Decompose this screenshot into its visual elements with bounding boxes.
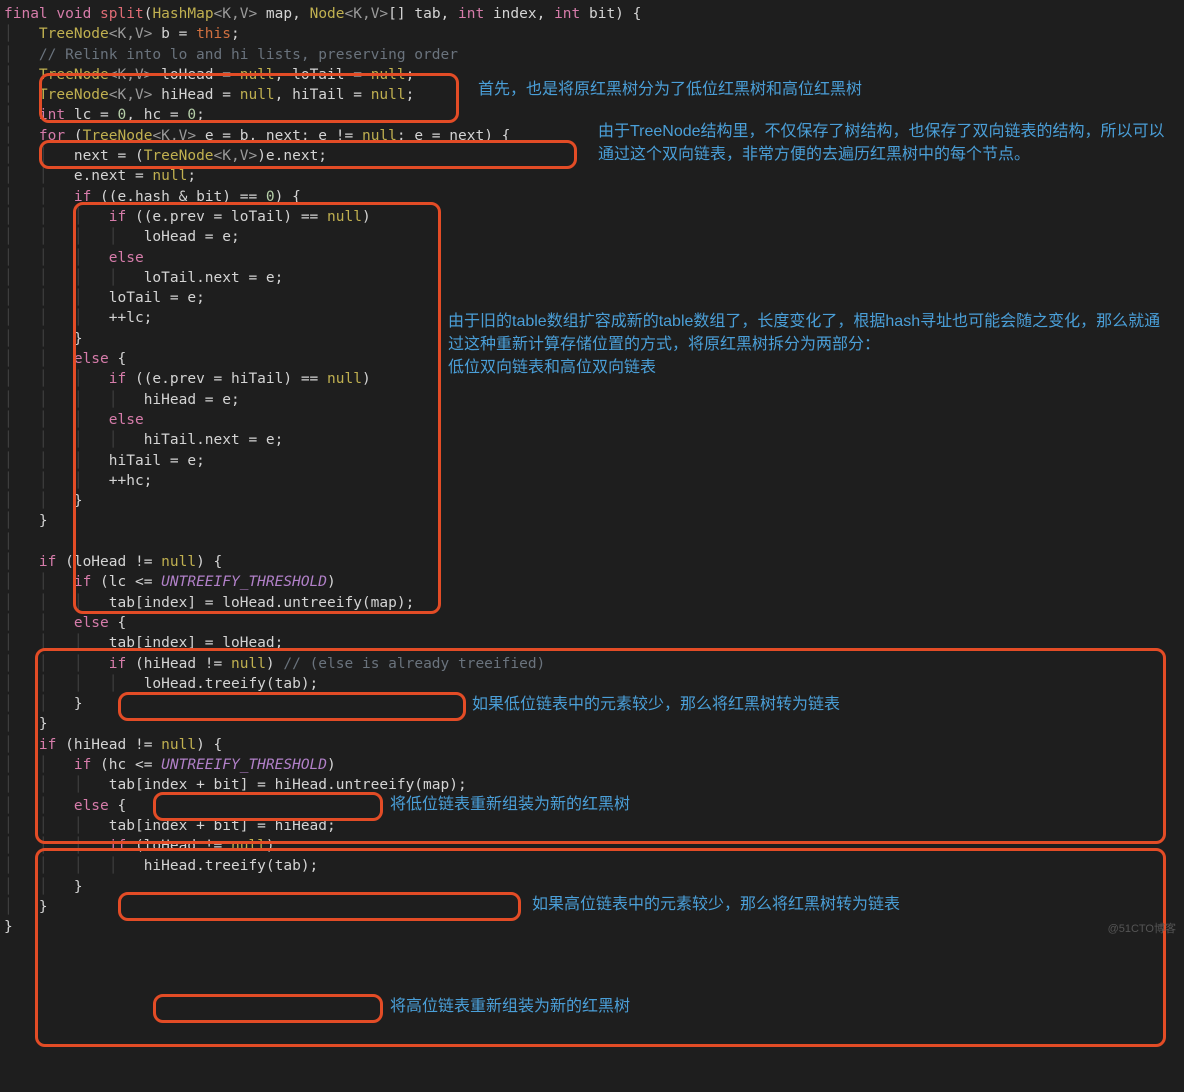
anno-7: 将高位链表重新组装为新的红黑树 bbox=[390, 995, 630, 1018]
anno-5: 将低位链表重新组装为新的红黑树 bbox=[390, 793, 630, 816]
watermark: @51CTO博客 bbox=[1108, 922, 1176, 937]
anno-4: 如果低位链表中的元素较少，那么将红黑树转为链表 bbox=[472, 693, 840, 716]
anno-3: 由于旧的table数组扩容成新的table数组了，长度变化了，根据hash寻址也… bbox=[448, 310, 1168, 380]
box-treeify-hi bbox=[153, 994, 383, 1023]
anno-6: 如果高位链表中的元素较少，那么将红黑树转为链表 bbox=[532, 893, 900, 916]
anno-1: 首先，也是将原红黑树分为了低位红黑树和高位红黑树 bbox=[478, 78, 862, 101]
anno-2: 由于TreeNode结构里，不仅保存了树结构，也保存了双向链表的结构，所以可以通… bbox=[598, 120, 1168, 166]
